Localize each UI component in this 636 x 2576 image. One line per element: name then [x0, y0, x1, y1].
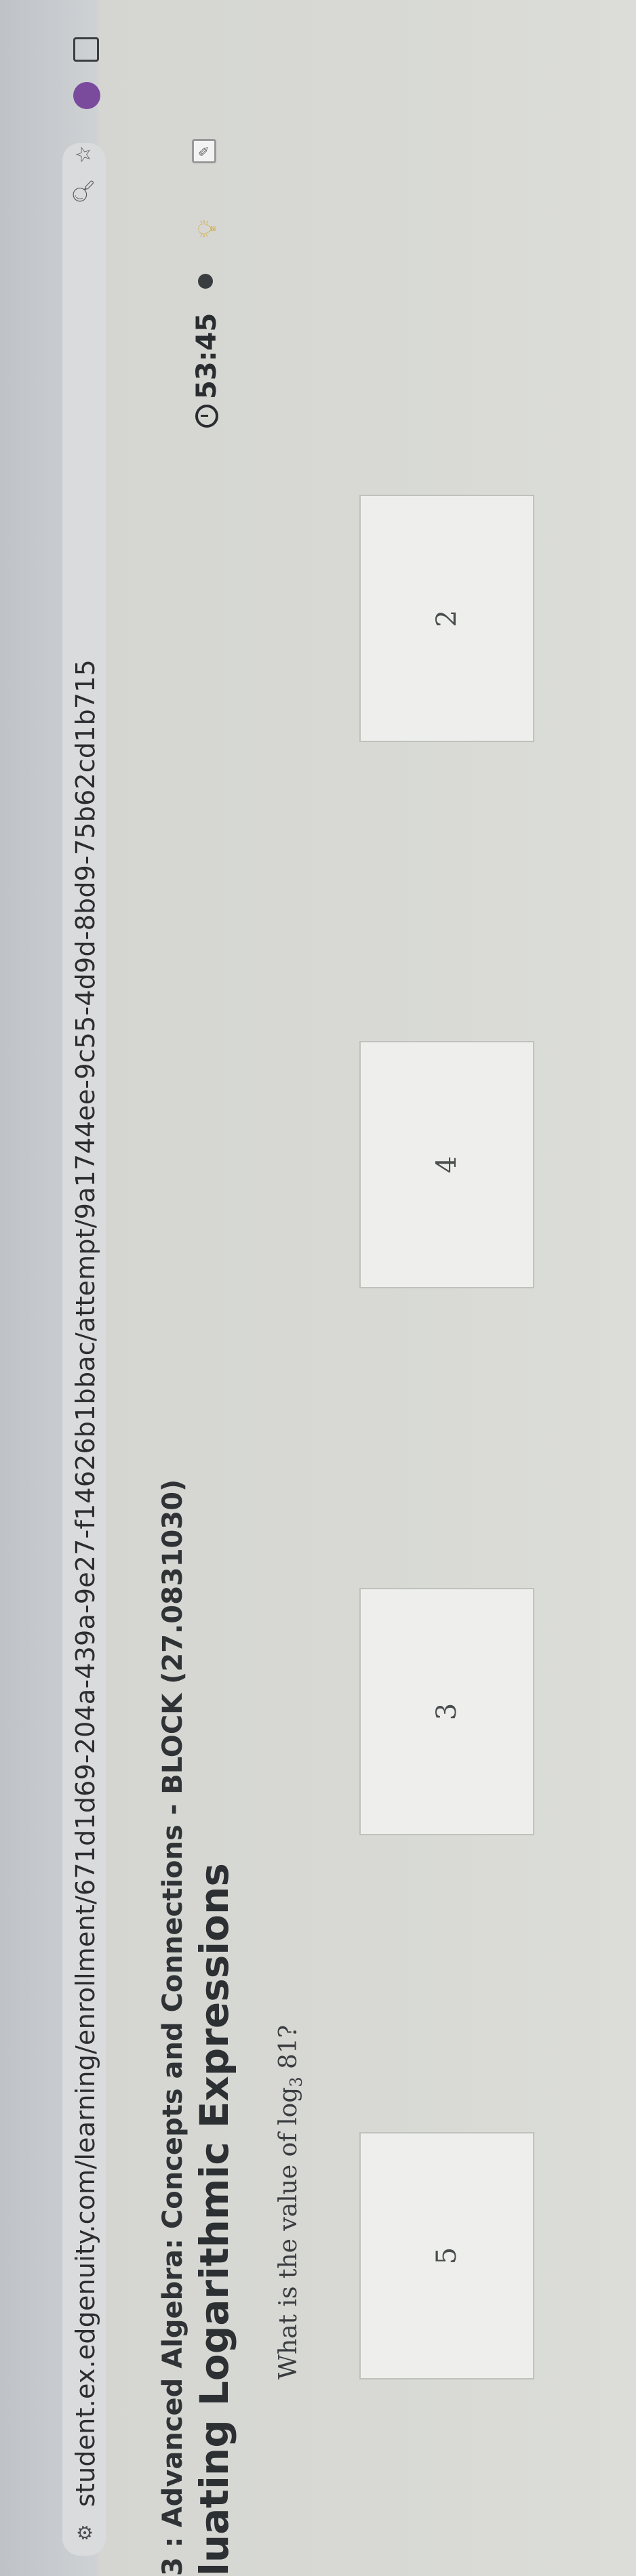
question-text: What is the value of log3 81?: [275, 2025, 306, 2379]
address-bar[interactable]: ⚙ student.ex.edgenuity.com/learning/enro…: [62, 143, 106, 2556]
answer-option-3[interactable]: 4: [359, 1041, 534, 1288]
extension-icon[interactable]: [73, 82, 100, 109]
answer-option-4[interactable]: 2: [359, 495, 534, 742]
page-stage: ⚙ student.ex.edgenuity.com/learning/enro…: [0, 0, 636, 2576]
timer-text: 53:45: [191, 312, 222, 399]
tool-icon[interactable]: ✎: [192, 139, 216, 163]
lightbulb-icon[interactable]: 💡︎: [192, 220, 222, 238]
bookmark-star-icon[interactable]: ☆: [72, 142, 96, 167]
site-info-icon[interactable]: ⚙: [73, 2520, 98, 2545]
course-title: 3 : Advanced Algebra: Concepts and Conne…: [157, 1479, 188, 2576]
question-suffix: 81?: [275, 2024, 302, 2077]
status-dot-icon[interactable]: [198, 274, 213, 289]
clock-icon: [195, 405, 218, 428]
window-icon[interactable]: [73, 37, 99, 62]
timer: 53:45: [191, 313, 222, 428]
answer-option-2[interactable]: 3: [359, 1588, 534, 1835]
url-text[interactable]: student.ex.edgenuity.com/learning/enroll…: [71, 659, 100, 2507]
zoom-icon[interactable]: 🔍︎: [72, 178, 96, 204]
answer-option-1[interactable]: 5: [359, 2132, 534, 2379]
question-prefix: What is the value of log: [275, 2087, 302, 2379]
question-log-base: 3: [287, 2077, 306, 2087]
lesson-title: luating Logarithmic Expressions: [191, 1863, 237, 2576]
browser-top-bar: ⚙ student.ex.edgenuity.com/learning/enro…: [0, 0, 106, 2576]
